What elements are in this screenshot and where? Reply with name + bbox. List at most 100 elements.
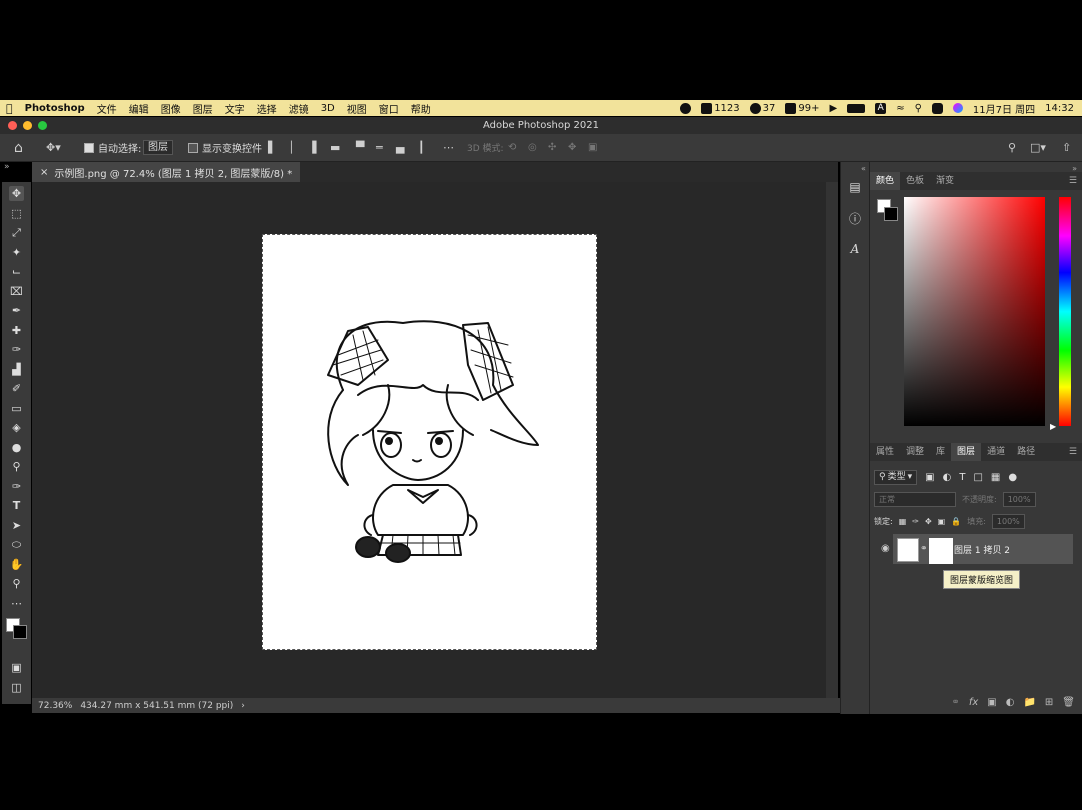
history-panel-icon[interactable]: ▤: [848, 180, 862, 194]
type-tool-icon[interactable]: T: [9, 498, 24, 513]
distribute-vertical-icon[interactable]: ┃: [418, 140, 425, 155]
lock-position-icon[interactable]: ✥: [925, 517, 932, 526]
tray-app-1[interactable]: 1123: [701, 102, 740, 114]
adjustment-layer-icon[interactable]: ◐: [1006, 697, 1015, 708]
control-center-icon[interactable]: [931, 102, 943, 114]
tray-app-3[interactable]: 99+: [785, 102, 819, 114]
new-group-icon[interactable]: 📁: [1023, 697, 1035, 708]
filter-type-icon[interactable]: T: [959, 472, 965, 483]
tab-gradients[interactable]: 渐变: [930, 172, 960, 190]
document-canvas[interactable]: [262, 234, 597, 650]
show-transform-checkbox[interactable]: 显示变换控件: [188, 140, 262, 155]
clone-stamp-tool-icon[interactable]: ▟: [9, 362, 24, 377]
healing-brush-tool-icon[interactable]: ✚: [9, 323, 24, 338]
glyphs-panel-icon[interactable]: A: [848, 242, 862, 256]
tab-swatches[interactable]: 色板: [900, 172, 930, 190]
screen-mode-icon[interactable]: ◫: [9, 680, 24, 695]
auto-select-dropdown[interactable]: 图层: [143, 140, 173, 155]
expand-toolbar-icon[interactable]: »: [4, 162, 10, 172]
edit-toolbar-icon[interactable]: ⋯: [9, 596, 24, 611]
ellipse-tool-icon[interactable]: ⬭: [9, 537, 24, 552]
tab-channels[interactable]: 通道: [981, 443, 1011, 461]
info-panel-icon[interactable]: ⓘ: [848, 212, 862, 226]
layer-style-icon[interactable]: fx: [969, 697, 978, 708]
align-right-icon[interactable]: ▐: [308, 140, 316, 155]
brush-tool-icon[interactable]: ✑: [9, 342, 24, 357]
menu-3d[interactable]: 3D: [315, 103, 341, 114]
spotlight-search-icon[interactable]: ⚲: [915, 103, 922, 114]
lock-artboard-icon[interactable]: ▣: [938, 517, 946, 526]
quick-mask-icon[interactable]: ▣: [9, 660, 24, 675]
siri-icon[interactable]: [952, 103, 963, 113]
menu-edit[interactable]: 编辑: [123, 101, 155, 116]
pen-tool-icon[interactable]: ✑: [9, 479, 24, 494]
link-layers-icon[interactable]: ⚭: [951, 697, 959, 708]
background-color-swatch[interactable]: [13, 625, 27, 639]
filter-adjustment-icon[interactable]: ◐: [943, 472, 952, 483]
new-layer-icon[interactable]: ⊞: [1045, 697, 1053, 708]
hue-slider[interactable]: [1059, 197, 1071, 426]
zoom-tool-icon[interactable]: ⚲: [9, 576, 24, 591]
dodge-tool-icon[interactable]: ⚲: [9, 459, 24, 474]
filter-pixel-icon[interactable]: ▣: [925, 472, 934, 483]
menu-layer[interactable]: 图层: [187, 101, 219, 116]
collapse-icons-icon[interactable]: «: [861, 164, 866, 173]
hand-tool-icon[interactable]: ✋: [9, 557, 24, 572]
search-icon[interactable]: ⚲: [1008, 140, 1016, 155]
close-tab-icon[interactable]: ×: [40, 167, 48, 178]
path-selection-tool-icon[interactable]: ➤: [9, 518, 24, 533]
menu-file[interactable]: 文件: [91, 101, 123, 116]
clock-time[interactable]: 14:32: [1045, 103, 1074, 114]
auto-select-checkbox[interactable]: 自动选择:: [84, 140, 141, 155]
home-icon[interactable]: ⌂: [14, 140, 23, 156]
clock-date[interactable]: 11月7日 周四: [973, 101, 1035, 116]
marquee-tool-icon[interactable]: ⬚: [9, 206, 24, 221]
menu-window[interactable]: 窗口: [373, 101, 405, 116]
delete-layer-icon[interactable]: 🗑: [1062, 697, 1075, 708]
lasso-tool-icon[interactable]: ⤢: [9, 225, 24, 240]
more-options-icon[interactable]: ⋯: [443, 140, 454, 155]
align-top-icon[interactable]: ▀: [356, 140, 364, 155]
move-tool-preset-icon[interactable]: ✥▾: [46, 140, 61, 155]
layer-mask-thumbnail[interactable]: [929, 538, 953, 564]
lock-transparent-icon[interactable]: ▦: [899, 517, 907, 526]
app-menu-photoshop[interactable]: Photoshop: [19, 103, 91, 114]
workspace-icon[interactable]: □▾: [1030, 140, 1046, 155]
wifi-icon[interactable]: ≈: [896, 103, 904, 114]
menu-type[interactable]: 文字: [219, 101, 251, 116]
layer-mask-link-icon[interactable]: ⚭: [920, 544, 928, 554]
filter-shape-icon[interactable]: □: [973, 472, 982, 483]
align-left-icon[interactable]: ▌: [268, 140, 276, 155]
layer-filter-dropdown[interactable]: ⚲ 类型 ▾: [874, 470, 918, 485]
layer-name[interactable]: 图层 1 拷贝 2: [954, 543, 1010, 556]
tray-wechat[interactable]: 37: [749, 102, 775, 114]
lock-image-icon[interactable]: ✑: [912, 517, 919, 526]
lock-all-icon[interactable]: 🔒: [951, 517, 961, 526]
hue-slider-handle-icon[interactable]: ▶: [1050, 422, 1056, 431]
panel-background-swatch[interactable]: [884, 207, 898, 221]
eraser-tool-icon[interactable]: ▭: [9, 401, 24, 416]
frame-tool-icon[interactable]: ⌧: [9, 284, 24, 299]
menu-help[interactable]: 帮助: [405, 101, 437, 116]
filter-toggle-icon[interactable]: ●: [1008, 472, 1017, 483]
battery-icon[interactable]: [847, 103, 866, 113]
tab-libraries[interactable]: 库: [930, 443, 951, 461]
history-brush-tool-icon[interactable]: ✐: [9, 381, 24, 396]
tab-color[interactable]: 颜色: [870, 172, 901, 190]
filter-smart-object-icon[interactable]: ▦: [991, 472, 1000, 483]
vertical-scrollbar[interactable]: [826, 182, 838, 698]
menu-filter[interactable]: 滤镜: [283, 101, 315, 116]
layer-visibility-eye-icon[interactable]: ◉: [881, 543, 890, 554]
color-picker-field[interactable]: [904, 197, 1045, 426]
layer-thumbnail[interactable]: [897, 538, 919, 562]
menu-image[interactable]: 图像: [155, 101, 187, 116]
tab-properties[interactable]: 属性: [870, 443, 900, 461]
opacity-input[interactable]: 100%: [1002, 491, 1036, 507]
play-icon[interactable]: ▶: [829, 103, 837, 114]
menu-view[interactable]: 视图: [341, 101, 373, 116]
align-middle-icon[interactable]: ═: [376, 140, 383, 155]
status-menu-chevron-icon[interactable]: ›: [241, 701, 245, 711]
menu-select[interactable]: 选择: [251, 101, 283, 116]
blend-mode-dropdown[interactable]: 正常: [874, 491, 956, 507]
paint-bucket-tool-icon[interactable]: ◈: [9, 420, 24, 435]
